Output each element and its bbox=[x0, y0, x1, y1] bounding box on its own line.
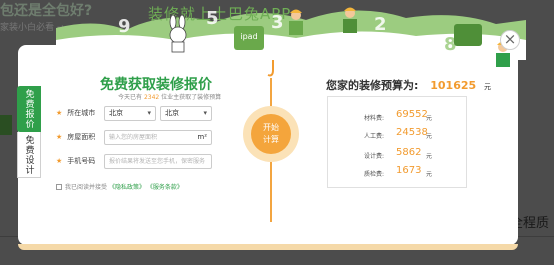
city-label: ★ 所在城市 bbox=[56, 109, 96, 117]
result-value: 69552 bbox=[396, 109, 428, 120]
area-input[interactable]: 输入您的房屋面积 m² bbox=[104, 130, 212, 145]
city-select[interactable]: 北京 ▾ bbox=[160, 106, 212, 121]
subtitle-suffix: 位业主获取了装修预算 bbox=[161, 94, 222, 101]
banner-digit: 5 bbox=[206, 8, 219, 29]
worker-figure bbox=[289, 9, 303, 35]
area-label: ★ 房屋面积 bbox=[56, 133, 96, 141]
phone-input[interactable]: 报价结果将发送至您手机，保密服务 bbox=[104, 154, 212, 169]
result-row: 质检费: 1673 元 bbox=[328, 165, 466, 179]
side-tabs: 免费报价 免费设计 bbox=[17, 86, 41, 178]
agree-checkbox[interactable] bbox=[56, 184, 62, 190]
result-total-unit: 元 bbox=[484, 83, 492, 91]
subtitle-prefix: 今天已有 bbox=[118, 94, 143, 101]
worker-figure bbox=[343, 7, 357, 33]
area-placeholder: 输入您的房屋面积 bbox=[109, 134, 158, 141]
phone-label-text: 手机号码 bbox=[67, 157, 96, 165]
result-row: 人工费: 24538 元 bbox=[328, 127, 466, 141]
hook-icon bbox=[267, 60, 274, 77]
modal-bottom-edge bbox=[18, 244, 518, 250]
area-label-text: 房屋面积 bbox=[67, 133, 96, 141]
banner-illustration: 装修就上土巴兔APP 9 5 3 2 8 ipad bbox=[56, 0, 526, 60]
city-value: 北京 bbox=[165, 109, 179, 117]
result-row: 设计费: 5862 元 bbox=[328, 147, 466, 161]
tab-free-design[interactable]: 免费设计 bbox=[17, 132, 41, 178]
result-value: 24538 bbox=[396, 127, 428, 138]
bag-label: ipad bbox=[240, 32, 258, 41]
chevron-down-icon: ▾ bbox=[203, 109, 207, 117]
result-value: 5862 bbox=[396, 147, 422, 158]
privacy-policy-link[interactable]: 《隐私政策》 bbox=[109, 184, 145, 191]
close-button[interactable]: × bbox=[500, 30, 520, 50]
province-select[interactable]: 北京 ▾ bbox=[104, 106, 156, 121]
result-breakdown: 材料费: 69552 元 人工费: 24538 元 设计费: 5862 元 质检… bbox=[327, 96, 467, 188]
result-label: 质检费: bbox=[364, 171, 385, 178]
result-label: 人工费: bbox=[364, 133, 385, 140]
result-total: 101625 bbox=[430, 79, 477, 92]
calc-line1: 开始 bbox=[263, 123, 279, 132]
subtitle-count: 2342 bbox=[143, 94, 160, 101]
chevron-down-icon: ▾ bbox=[147, 109, 151, 117]
result-row: 材料费: 69552 元 bbox=[328, 109, 466, 123]
rope bbox=[270, 162, 272, 222]
result-unit: 元 bbox=[426, 171, 433, 178]
phone-placeholder: 报价结果将发送至您手机，保密服务 bbox=[109, 158, 206, 165]
result-unit: 元 bbox=[426, 153, 433, 160]
calc-line2: 计算 bbox=[263, 135, 279, 144]
agree-text: 我已阅读并接受 《隐私政策》 《服务条款》 bbox=[65, 182, 183, 191]
rope bbox=[270, 78, 272, 106]
bag-illustration: ipad bbox=[234, 26, 264, 50]
result-unit: 元 bbox=[426, 115, 433, 122]
printer-illustration bbox=[454, 24, 482, 46]
phone-label: ★ 手机号码 bbox=[56, 157, 96, 165]
banner-digit: 9 bbox=[118, 16, 131, 37]
rabbit-mascot bbox=[169, 15, 187, 53]
result-value: 1673 bbox=[396, 165, 422, 176]
tab-free-quote[interactable]: 免费报价 bbox=[17, 86, 41, 132]
form-title: 免费获取装修报价 bbox=[100, 77, 212, 93]
service-terms-link[interactable]: 《服务条款》 bbox=[147, 184, 183, 191]
agree-label: 我已阅读并接受 bbox=[65, 184, 108, 191]
province-value: 北京 bbox=[109, 109, 123, 117]
start-calc-button[interactable]: 开始 计算 bbox=[251, 114, 291, 154]
banner-digit: 2 bbox=[374, 14, 387, 35]
form-subtitle: 今天已有 2342 位业主获取了装修预算 bbox=[118, 92, 221, 101]
banner-digit: 3 bbox=[271, 12, 284, 33]
result-unit: 元 bbox=[426, 133, 433, 140]
area-unit: m² bbox=[197, 133, 207, 141]
result-label: 材料费: bbox=[364, 115, 385, 122]
result-label: 设计费: bbox=[364, 153, 385, 160]
city-label-text: 所在城市 bbox=[67, 109, 96, 117]
result-title: 您家的装修预算为: 101625 元 bbox=[326, 77, 491, 93]
result-title-text: 您家的装修预算为: bbox=[326, 79, 419, 92]
